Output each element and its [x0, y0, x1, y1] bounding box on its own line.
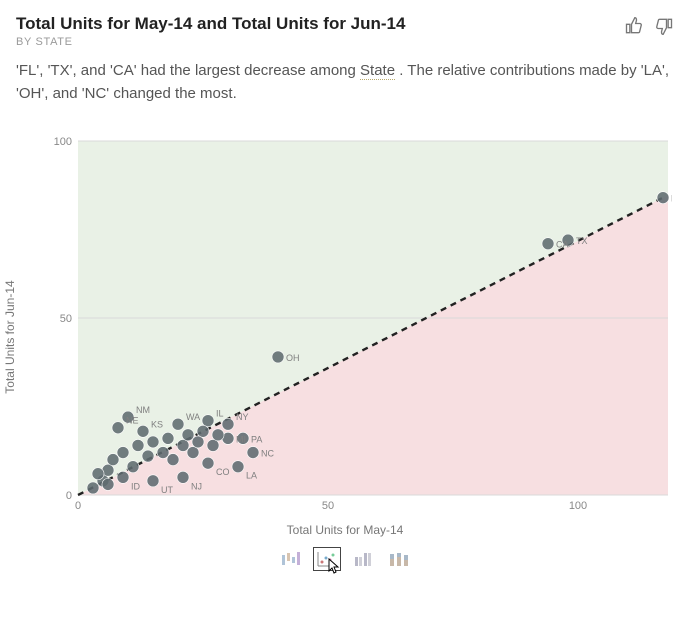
svg-text:50: 50 [322, 500, 334, 512]
narrative-link[interactable]: State [360, 62, 395, 80]
svg-text:NE: NE [126, 416, 139, 426]
narrative-pre: 'FL', 'TX', and 'CA' had the largest dec… [16, 62, 360, 79]
svg-text:PA: PA [251, 434, 262, 444]
svg-text:UT: UT [161, 485, 173, 495]
cursor-icon [328, 558, 342, 576]
narrative-text: 'FL', 'TX', and 'CA' had the largest dec… [16, 60, 674, 105]
view-scatter-button[interactable] [313, 547, 341, 571]
svg-text:CO: CO [216, 467, 230, 477]
svg-text:NC: NC [261, 449, 274, 459]
view-waterfall-button[interactable] [277, 547, 305, 571]
svg-text:CA: CA [556, 240, 569, 250]
svg-text:ID: ID [131, 481, 141, 491]
svg-text:NJ: NJ [191, 481, 202, 491]
card-subtitle: BY STATE [16, 36, 624, 48]
x-axis-label: Total Units for May-14 [16, 523, 674, 537]
view-column-button[interactable] [349, 547, 377, 571]
svg-text:IL: IL [216, 409, 224, 419]
scatter-plot: 0 50 100 0 50 100 FL TX CA OH NY IL WA NMNE KS PA MI NC LA… [52, 137, 672, 517]
svg-text:0: 0 [75, 500, 81, 512]
insight-card: Total Units for May-14 and Total Units f… [0, 0, 690, 581]
svg-text:100: 100 [569, 500, 587, 512]
svg-text:NY: NY [236, 412, 249, 422]
chart-area: Total Units for Jun-14 050100050100FLTXC… [16, 137, 674, 537]
svg-text:MI: MI [236, 434, 246, 444]
svg-text:TX: TX [576, 236, 588, 246]
svg-text:KS: KS [151, 419, 163, 429]
card-header: Total Units for May-14 and Total Units f… [16, 14, 674, 48]
thumbs-down-icon[interactable] [654, 16, 674, 36]
view-switcher [16, 547, 674, 571]
title-block: Total Units for May-14 and Total Units f… [16, 14, 624, 48]
view-ribbon-button[interactable] [385, 547, 413, 571]
svg-text:LA: LA [246, 471, 257, 481]
svg-text:50: 50 [60, 313, 72, 325]
thumbs-up-icon[interactable] [624, 16, 644, 36]
svg-text:0: 0 [66, 490, 72, 502]
feedback-buttons [624, 16, 674, 36]
svg-text:FL: FL [671, 194, 672, 204]
svg-text:NM: NM [136, 405, 150, 415]
svg-text:OH: OH [286, 353, 300, 363]
card-title: Total Units for May-14 and Total Units f… [16, 14, 624, 34]
svg-text:100: 100 [54, 137, 72, 148]
y-axis-label: Total Units for Jun-14 [3, 280, 17, 393]
svg-text:WA: WA [186, 412, 200, 422]
